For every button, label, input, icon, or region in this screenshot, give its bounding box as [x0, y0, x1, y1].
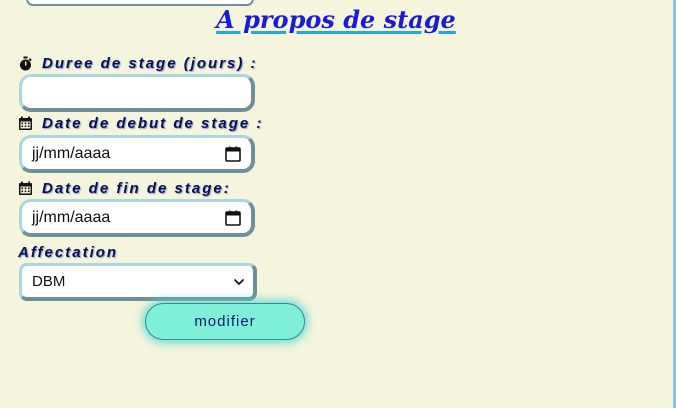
end-date-label: Date de fin de stage:	[18, 180, 231, 197]
calendar-picker-icon[interactable]	[225, 210, 241, 226]
page: A propos de stage Duree de stage (jours)…	[0, 0, 676, 408]
duration-label: Duree de stage (jours) :	[18, 55, 258, 72]
affectation-label: Affectation	[18, 244, 118, 261]
affectation-select[interactable]: DBM	[19, 263, 257, 301]
section-title: A propos de stage	[0, 5, 676, 35]
calendar-picker-icon[interactable]	[225, 146, 241, 162]
start-date-label-text: Date de debut de stage :	[42, 115, 264, 132]
end-date-label-text: Date de fin de stage:	[42, 180, 231, 197]
duration-label-text: Duree de stage (jours) :	[42, 55, 258, 72]
stopwatch-icon	[18, 56, 33, 71]
chevron-down-icon	[233, 273, 245, 290]
modifier-button[interactable]: modifier	[145, 303, 305, 340]
duration-input[interactable]	[19, 74, 255, 112]
calendar-icon	[18, 116, 33, 131]
start-date-label: Date de debut de stage :	[18, 115, 263, 132]
start-date-input[interactable]: jj/mm/aaaa	[19, 135, 255, 173]
section-title-text: A propos de stage	[216, 5, 456, 34]
affectation-selected: DBM	[32, 273, 66, 290]
start-date-placeholder: jj/mm/aaaa	[32, 144, 111, 162]
affectation-label-text: Affectation	[18, 244, 119, 261]
calendar-icon	[18, 181, 33, 196]
end-date-placeholder: jj/mm/aaaa	[32, 208, 111, 226]
end-date-input[interactable]: jj/mm/aaaa	[19, 199, 255, 237]
